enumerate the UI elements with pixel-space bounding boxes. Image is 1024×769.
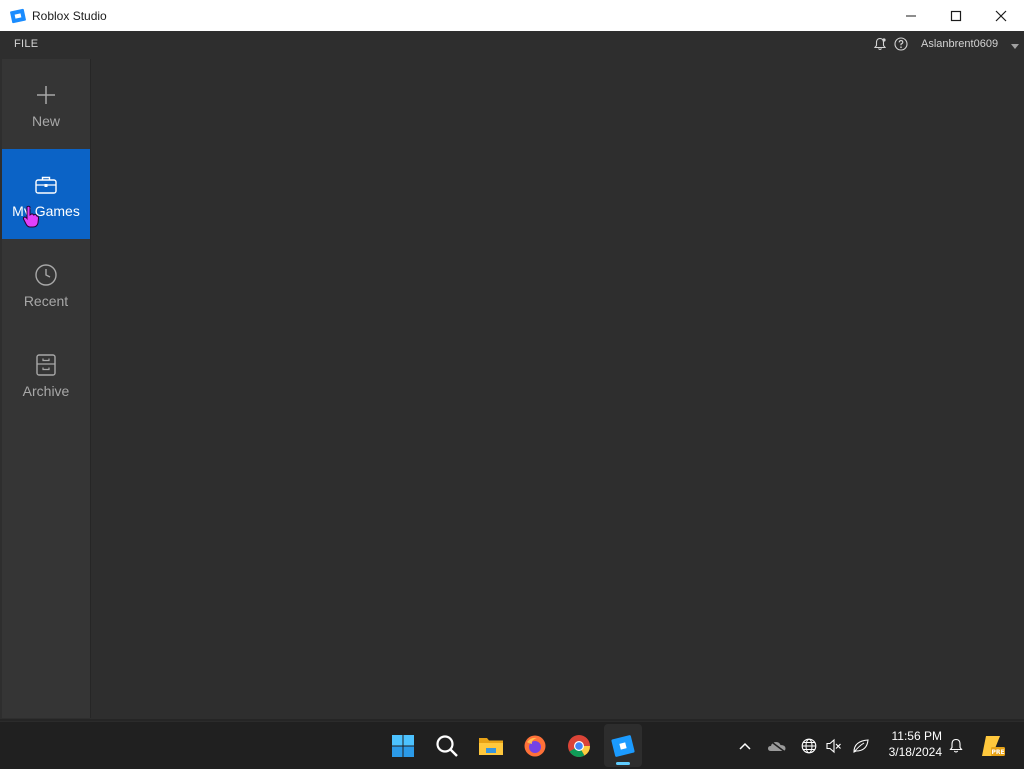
sidebar-item-label: Recent [23,293,69,309]
taskbar-clock[interactable]: 11:56 PM 3/18/2024 [878,728,942,760]
efficiency-tray-button[interactable] [850,722,872,769]
title-bar: Roblox Studio [0,0,1024,31]
network-globe-icon [801,738,817,753]
windows-start-icon [392,734,414,757]
windows-start-button[interactable] [388,722,418,769]
chrome-button[interactable] [564,722,594,769]
file-menu[interactable]: FILE [14,38,38,50]
file-explorer-icon [479,737,503,755]
plus-icon [35,83,57,107]
onedrive-tray-button[interactable] [766,722,788,769]
sidebar-item-archive[interactable]: Archive [2,329,90,419]
sidebar-item-label: Archive [22,383,70,399]
chrome-icon [568,734,590,757]
sidebar-item-recent[interactable]: Recent [2,239,90,329]
archive-icon [35,353,57,377]
roblox-studio-icon [611,734,635,757]
firefox-button[interactable] [520,722,550,769]
sidebar-item-my-games[interactable]: My Games [2,149,90,239]
pre-badge-text: PRE [991,749,1004,756]
chevron-down-icon[interactable] [1011,41,1019,53]
speaker-muted-icon [826,738,841,753]
roblox-studio-taskbar-button[interactable] [604,724,642,767]
efficiency-leaf-icon [853,738,869,753]
sidebar-item-label: New [31,113,60,129]
network-tray-button[interactable] [798,722,820,769]
chevron-up-icon [739,742,751,750]
notifications-tray-button[interactable] [945,722,967,769]
window-title: Roblox Studio [32,8,107,23]
clock-time: 11:56 PM [891,729,942,743]
notification-bell-icon [949,738,963,753]
sidebar: New My Games Recent Archive [2,59,91,718]
taskbar: 11:56 PM 3/18/2024 PRE [0,721,1024,769]
help-icon[interactable] [894,37,908,54]
onedrive-icon [768,738,786,753]
firefox-icon [524,735,546,756]
minimize-button[interactable] [888,0,934,31]
pre-badge-button[interactable]: PRE [978,722,1008,769]
clock-date: 3/18/2024 [888,745,942,759]
minimize-icon [906,15,916,16]
close-button[interactable] [978,0,1024,31]
hand-pointer-cursor-icon [22,205,40,228]
search-icon [436,734,458,757]
roblox-studio-logo-icon [10,8,26,23]
clock-icon [34,263,58,287]
file-explorer-button[interactable] [476,722,506,769]
volume-tray-button[interactable] [823,722,845,769]
close-icon [995,10,1007,21]
menu-bar: FILE Aslanbrent0609 [0,31,1024,57]
briefcase-icon [34,173,58,197]
notification-bell-icon[interactable] [873,37,887,54]
username-label[interactable]: Aslanbrent0609 [921,38,998,50]
taskbar-search-button[interactable] [432,722,462,769]
show-hidden-icons-button[interactable] [734,722,756,769]
maximize-button[interactable] [933,0,979,31]
sidebar-item-new[interactable]: New [2,59,90,149]
pre-badge-icon: PRE [982,735,1005,756]
active-app-indicator [616,762,630,765]
maximize-icon [950,10,962,21]
